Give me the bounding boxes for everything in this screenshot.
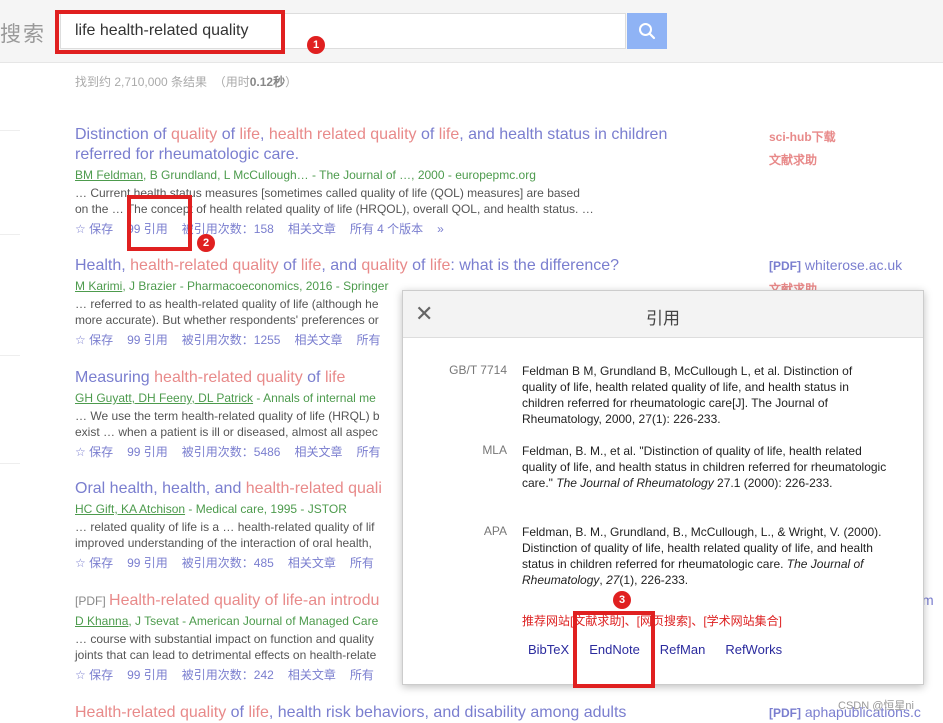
divider <box>0 355 20 356</box>
search-icon <box>639 23 656 40</box>
cited-by-link[interactable]: 被引用次数：5486 <box>182 445 281 459</box>
citation-style-label: GB/T 7714 <box>449 363 507 377</box>
scihub-link[interactable]: sci-hub下载 <box>769 128 836 145</box>
more-icon[interactable]: » <box>437 222 444 236</box>
all-versions-link[interactable]: 所有 <box>350 556 374 570</box>
cite-button[interactable]: 99 引用 <box>127 556 168 570</box>
save-button[interactable]: ☆ 保存 <box>75 333 113 347</box>
cited-by-link[interactable]: 被引用次数：1255 <box>182 333 281 347</box>
save-button[interactable]: ☆ 保存 <box>75 668 113 682</box>
result-item: Health-related quality of life, health r… <box>75 703 675 723</box>
divider <box>0 130 20 131</box>
result-title-link[interactable]: Distinction of quality of life, health r… <box>75 125 675 165</box>
dialog-title: 引用 <box>646 309 680 328</box>
divider <box>0 463 20 464</box>
dialog-header: ✕ 引用 <box>403 291 923 338</box>
related-articles-link[interactable]: 相关文章 <box>288 556 336 570</box>
citation-text[interactable]: Feldman B M, Grundland B, McCullough L, … <box>522 363 887 427</box>
export-links: BibTeX EndNote RefMan RefWorks <box>528 642 802 657</box>
citation-text[interactable]: Feldman, B. M., et al. "Distinction of q… <box>522 443 887 491</box>
all-versions-link[interactable]: 所有 <box>357 333 381 347</box>
related-articles-link[interactable]: 相关文章 <box>294 333 342 347</box>
annotation-box <box>55 10 285 54</box>
results-stats: 找到约 2,710,000 条结果 （用时0.12秒） <box>75 75 298 89</box>
all-versions-link[interactable]: 所有 4 个版本 <box>350 222 423 236</box>
citation-text[interactable]: Feldman, B. M., Grundland, B., McCulloug… <box>522 524 887 588</box>
watermark: CSDN @恒星ni <box>838 700 914 712</box>
save-button[interactable]: ☆ 保存 <box>75 222 113 236</box>
refworks-link[interactable]: RefWorks <box>725 642 782 657</box>
result-meta: BM Feldman, B Grundland, L McCullough… -… <box>75 168 536 182</box>
citation-style-label: APA <box>483 524 507 538</box>
help-link[interactable]: 文献求助 <box>769 151 817 168</box>
annotation-number: 1 <box>307 36 325 54</box>
bibtex-link[interactable]: BibTeX <box>528 642 569 657</box>
annotation-box <box>573 611 655 688</box>
cited-by-link[interactable]: 被引用次数：158 <box>182 222 274 236</box>
pdf-link[interactable]: [PDF] whiterose.ac.uk <box>769 257 902 273</box>
cite-button[interactable]: 99 引用 <box>127 333 168 347</box>
annotation-number: 3 <box>613 591 631 609</box>
cited-by-link[interactable]: 被引用次数：242 <box>182 668 274 682</box>
logo: 搜索 <box>0 23 46 46</box>
annotation-number: 2 <box>197 234 215 252</box>
cite-button[interactable]: 99 引用 <box>127 668 168 682</box>
annotation-box <box>127 195 192 251</box>
citation-style-label: MLA <box>482 443 507 457</box>
save-button[interactable]: ☆ 保存 <box>75 445 113 459</box>
cite-button[interactable]: 99 引用 <box>127 445 168 459</box>
result-title-link[interactable]: Health-related quality of life, health r… <box>75 703 675 723</box>
refman-link[interactable]: RefMan <box>660 642 706 657</box>
search-button[interactable] <box>627 13 667 49</box>
related-articles-link[interactable]: 相关文章 <box>288 668 336 682</box>
related-articles-link[interactable]: 相关文章 <box>294 445 342 459</box>
divider <box>0 234 20 235</box>
result-title-link[interactable]: Health, health-related quality of life, … <box>75 256 675 276</box>
save-button[interactable]: ☆ 保存 <box>75 556 113 570</box>
cited-by-link[interactable]: 被引用次数：485 <box>182 556 274 570</box>
related-articles-link[interactable]: 相关文章 <box>288 222 336 236</box>
all-versions-link[interactable]: 所有 <box>357 445 381 459</box>
all-versions-link[interactable]: 所有 <box>350 668 374 682</box>
cite-dialog: ✕ 引用 GB/T 7714 Feldman B M, Grundland B,… <box>402 290 924 685</box>
